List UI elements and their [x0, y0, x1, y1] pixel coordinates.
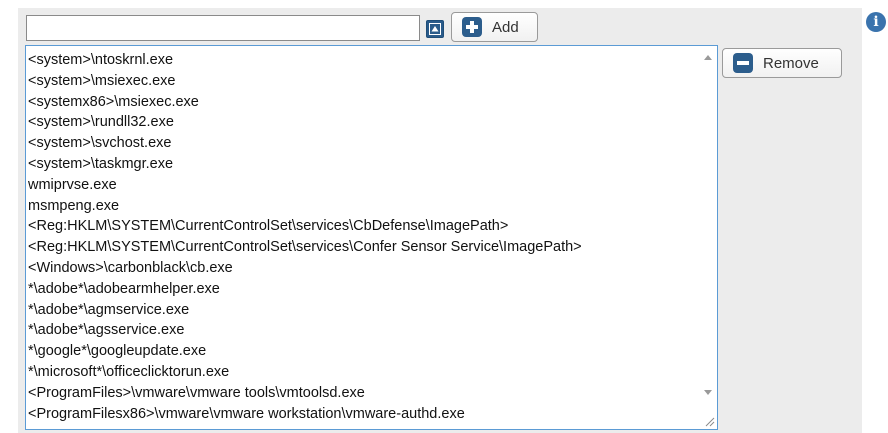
- add-button[interactable]: Add: [451, 12, 538, 42]
- new-entry-input[interactable]: [26, 15, 420, 41]
- remove-button-label: Remove: [763, 54, 819, 72]
- list-item[interactable]: msmpeng.exe: [28, 196, 698, 217]
- list-item[interactable]: <system>\rundll32.exe: [28, 112, 698, 133]
- list-item[interactable]: <Reg:HKLM\SYSTEM\CurrentControlSet\servi…: [28, 216, 698, 237]
- list-item[interactable]: <Reg:HKLM\SYSTEM\CurrentControlSet\servi…: [28, 237, 698, 258]
- scroll-down-arrow-icon[interactable]: [704, 390, 712, 395]
- collapse-button[interactable]: [426, 20, 444, 38]
- resize-grip-icon[interactable]: [703, 415, 715, 427]
- plus-icon: [462, 17, 482, 37]
- info-icon[interactable]: i: [866, 12, 886, 32]
- list-item[interactable]: *\adobe*\agsservice.exe: [28, 320, 698, 341]
- add-button-label: Add: [492, 18, 519, 36]
- list-item[interactable]: *\google*\googleupdate.exe: [28, 341, 698, 362]
- scroll-up-arrow-icon[interactable]: [704, 55, 712, 60]
- list-item[interactable]: <system>\msiexec.exe: [28, 71, 698, 92]
- list-item[interactable]: *\adobe*\agmservice.exe: [28, 300, 698, 321]
- exclusion-list[interactable]: <system>\ntoskrnl.exe <system>\msiexec.ex…: [25, 45, 718, 430]
- list-item[interactable]: *\adobe*\adobearmhelper.exe: [28, 279, 698, 300]
- list-item[interactable]: <ProgramFilesx86>\vmware\vmware workstat…: [28, 404, 698, 425]
- triangle-up-icon: [429, 23, 441, 35]
- list-item[interactable]: <system>\taskmgr.exe: [28, 154, 698, 175]
- list-item[interactable]: <Windows>\carbonblack\cb.exe: [28, 258, 698, 279]
- list-item[interactable]: *\microsoft*\officeclicktorun.exe: [28, 362, 698, 383]
- exclusion-list-lines: <system>\ntoskrnl.exe <system>\msiexec.ex…: [28, 50, 698, 424]
- list-item[interactable]: <system>\ntoskrnl.exe: [28, 50, 698, 71]
- list-item[interactable]: <ProgramFiles>\vmware\vmware tools\vmtoo…: [28, 383, 698, 404]
- minus-icon: [733, 53, 753, 73]
- list-item[interactable]: <systemx86>\msiexec.exe: [28, 92, 698, 113]
- remove-button[interactable]: Remove: [722, 48, 842, 78]
- list-item[interactable]: wmiprvse.exe: [28, 175, 698, 196]
- list-item[interactable]: <system>\svchost.exe: [28, 133, 698, 154]
